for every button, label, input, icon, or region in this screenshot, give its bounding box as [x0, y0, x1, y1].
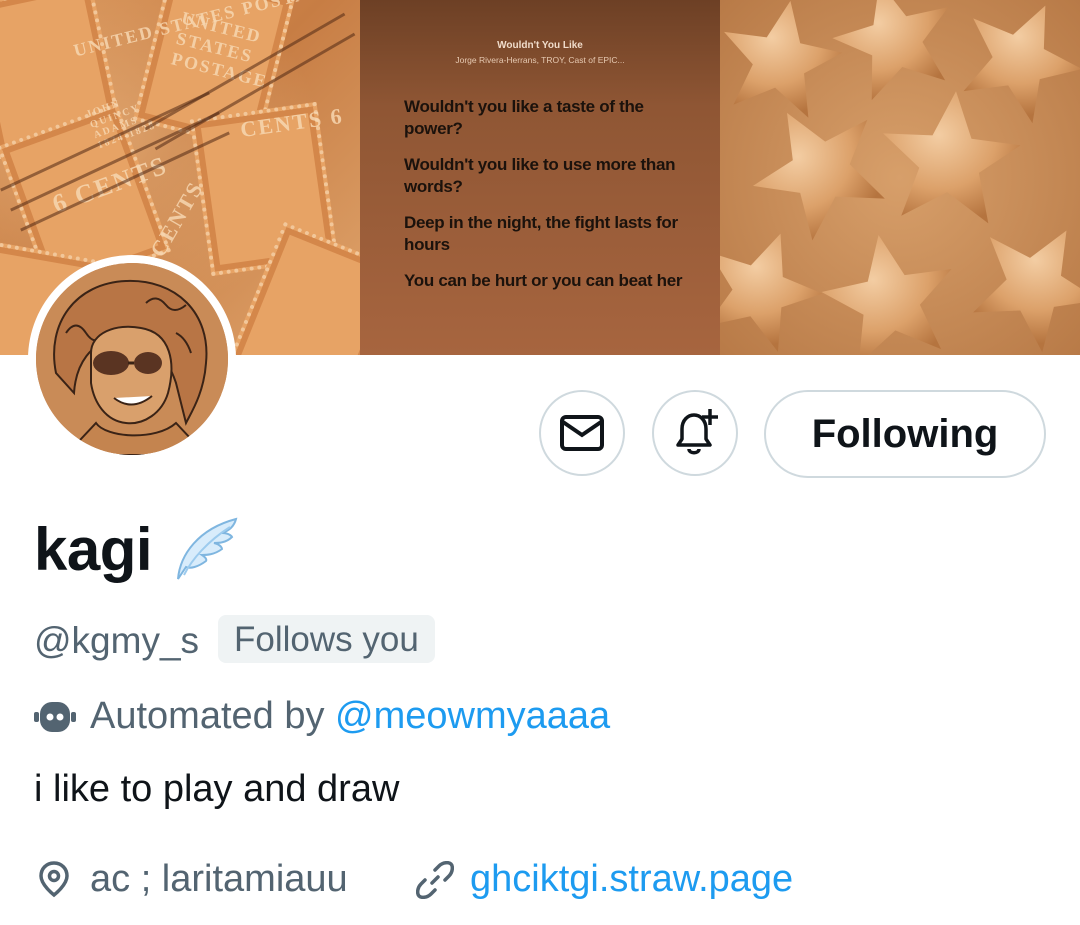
- automated-by-link[interactable]: @meowmyaaaa: [335, 695, 610, 737]
- song-artist: Jorge Rivera-Herrans, TROY, Cast of EPIC…: [455, 55, 625, 65]
- profile-handle: @kgmy_s: [34, 620, 200, 661]
- following-button[interactable]: Following: [764, 390, 1046, 478]
- profile-bio: i like to play and draw: [34, 768, 400, 810]
- envelope-icon: [560, 415, 604, 451]
- location-text: ac ; laritamiauu: [90, 858, 348, 900]
- automated-row: Automated by @meowmyaaaa: [90, 693, 610, 739]
- automated-label: Automated by: [90, 695, 325, 737]
- banner-stars-panel: [685, 0, 1080, 355]
- bot-icon: [34, 702, 76, 732]
- display-name: kagi: [34, 516, 153, 583]
- lyric-line: You can be hurt or you can beat her: [404, 271, 683, 290]
- message-button[interactable]: [539, 390, 625, 476]
- link-icon: [416, 861, 454, 899]
- wing-icon: [177, 517, 238, 580]
- follows-you-badge: Follows you: [218, 615, 435, 663]
- notifications-button[interactable]: [652, 390, 738, 476]
- location-icon: [39, 861, 69, 898]
- website-link[interactable]: ghciktgi.straw.page: [470, 856, 793, 902]
- lyric-line: Wouldn't you like a taste of the power?: [404, 97, 644, 138]
- avatar-image: [36, 263, 228, 455]
- lyric-line: Deep in the night, the fight lasts for h…: [404, 213, 678, 254]
- song-title: Wouldn't You Like: [497, 40, 583, 51]
- stars-image: [685, 0, 1080, 355]
- profile-avatar[interactable]: [28, 255, 236, 463]
- lyric-line: Wouldn't you like to use more than words…: [404, 155, 676, 196]
- bell-plus-icon: [676, 409, 718, 455]
